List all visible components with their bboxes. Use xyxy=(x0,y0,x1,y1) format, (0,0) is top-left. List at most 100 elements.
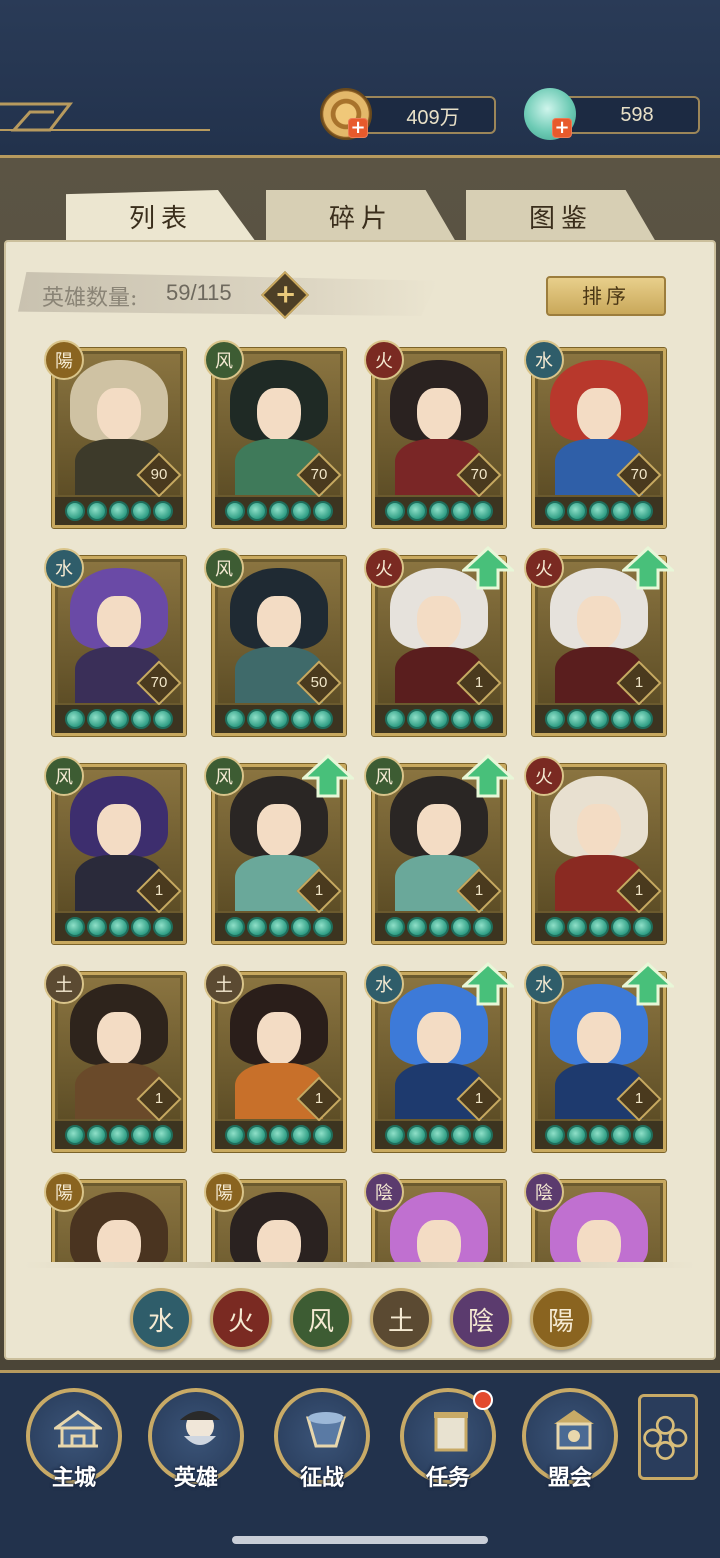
star-icon xyxy=(87,917,107,937)
hero-face xyxy=(577,803,621,858)
hero-face xyxy=(257,387,301,442)
star-icon xyxy=(225,709,245,729)
star-icon xyxy=(247,501,267,521)
tab-list-label: 列表 xyxy=(128,203,193,234)
star-icon xyxy=(109,709,129,729)
star-icon xyxy=(225,1125,245,1145)
star-icon xyxy=(225,917,245,937)
add-gems-button[interactable]: + xyxy=(552,118,572,138)
hero-level: 1 xyxy=(314,882,324,899)
filter-fire-button[interactable]: 火 xyxy=(210,1288,272,1350)
hero-face xyxy=(257,803,301,858)
tab-fragments[interactable]: 碎片 xyxy=(266,190,456,242)
hero-face xyxy=(577,1011,621,1066)
upgrade-arrow-icon xyxy=(622,962,674,1006)
hero-face xyxy=(417,1219,461,1262)
star-icon xyxy=(65,917,85,937)
star-icon xyxy=(131,709,151,729)
star-icon xyxy=(65,709,85,729)
star-icon xyxy=(291,501,311,521)
tab-codex[interactable]: 图鉴 xyxy=(466,190,656,242)
star-icon xyxy=(545,501,565,521)
star-icon xyxy=(65,501,85,521)
filter-wind-button[interactable]: 风 xyxy=(290,1288,352,1350)
hero-star-row xyxy=(215,1121,343,1149)
home-indicator xyxy=(232,1536,488,1544)
star-icon xyxy=(545,709,565,729)
element-yang-icon: 陽 xyxy=(44,1172,84,1212)
nav-heroes-icon xyxy=(180,1411,220,1445)
element-fire-icon: 火 xyxy=(524,548,564,588)
star-icon xyxy=(131,917,151,937)
element-yang-icon: 陽 xyxy=(204,1172,244,1212)
nav-alliance-icon xyxy=(554,1410,594,1450)
cloud-pattern-decoration xyxy=(0,102,210,132)
hero-level: 1 xyxy=(154,1090,164,1107)
hero-face xyxy=(417,595,461,650)
hero-level: 1 xyxy=(154,882,164,899)
nav-tasks-icon xyxy=(434,1412,468,1452)
star-icon xyxy=(429,1125,449,1145)
element-earth-icon: 土 xyxy=(204,964,244,1004)
star-icon xyxy=(429,917,449,937)
star-icon xyxy=(291,709,311,729)
star-icon xyxy=(291,1125,311,1145)
element-water-icon: 水 xyxy=(524,340,564,380)
element-fire-icon: 火 xyxy=(524,756,564,796)
star-icon xyxy=(153,501,173,521)
element-fire-icon: 火 xyxy=(364,340,404,380)
hero-face xyxy=(97,387,141,442)
filter-water-button[interactable]: 水 xyxy=(130,1288,192,1350)
element-water-icon: 水 xyxy=(44,548,84,588)
nav-battle-icon xyxy=(306,1412,346,1448)
hero-face xyxy=(417,803,461,858)
star-icon xyxy=(567,1125,587,1145)
hero-face xyxy=(257,1219,301,1262)
star-icon xyxy=(633,917,653,937)
star-icon xyxy=(567,917,587,937)
filter-yang-button[interactable]: 陽 xyxy=(530,1288,592,1350)
hero-face xyxy=(97,1011,141,1066)
star-icon xyxy=(109,501,129,521)
star-icon xyxy=(589,917,609,937)
hero-face xyxy=(97,803,141,858)
star-icon xyxy=(269,709,289,729)
element-yin-icon: 陰 xyxy=(524,1172,564,1212)
element-wind-icon: 风 xyxy=(204,340,244,380)
hero-face xyxy=(577,1219,621,1262)
hero-star-row xyxy=(535,913,663,941)
hero-level: 70 xyxy=(310,466,328,483)
star-icon xyxy=(567,501,587,521)
filter-yin-button[interactable]: 陰 xyxy=(450,1288,512,1350)
nav-main-city-icon xyxy=(54,1410,102,1448)
element-yang-icon: 陽 xyxy=(44,340,84,380)
hero-face xyxy=(97,595,141,650)
hero-face xyxy=(257,1011,301,1066)
filter-earth-button[interactable]: 土 xyxy=(370,1288,432,1350)
flower-menu-icon xyxy=(643,1415,688,1460)
more-menu-button[interactable] xyxy=(638,1394,698,1480)
hero-star-row xyxy=(535,497,663,525)
element-wind-icon: 风 xyxy=(364,756,404,796)
star-icon xyxy=(247,709,267,729)
upgrade-arrow-icon xyxy=(462,546,514,590)
sort-button[interactable]: 排序 xyxy=(546,276,666,316)
hero-level: 1 xyxy=(474,882,484,899)
star-icon xyxy=(633,1125,653,1145)
hero-star-row xyxy=(375,497,503,525)
hero-level: 1 xyxy=(634,674,644,691)
tab-codex-label: 图鉴 xyxy=(528,203,593,234)
star-icon xyxy=(313,917,333,937)
star-icon xyxy=(87,501,107,521)
coin-amount: 409万 xyxy=(406,106,460,129)
star-icon xyxy=(473,917,493,937)
element-yin-icon: 陰 xyxy=(364,1172,404,1212)
hero-star-row xyxy=(215,913,343,941)
star-icon xyxy=(611,1125,631,1145)
add-coins-button[interactable]: + xyxy=(348,118,368,138)
star-icon xyxy=(545,917,565,937)
hero-star-row xyxy=(535,705,663,733)
star-icon xyxy=(451,917,471,937)
star-icon xyxy=(385,501,405,521)
star-icon xyxy=(589,1125,609,1145)
